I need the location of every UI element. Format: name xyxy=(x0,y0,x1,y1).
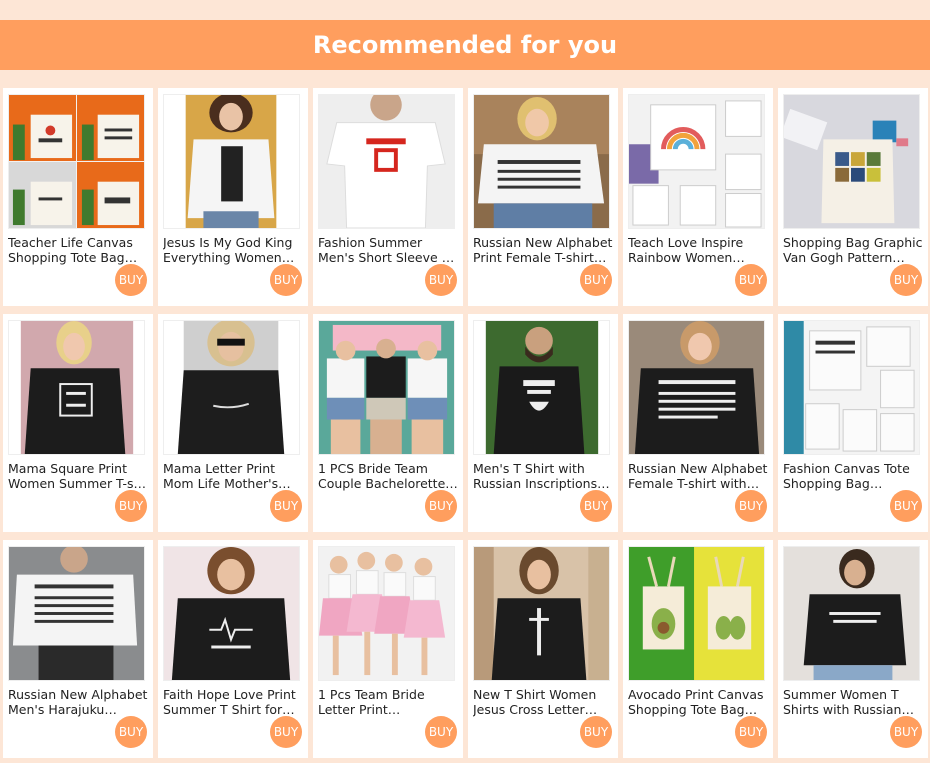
product-image[interactable] xyxy=(628,94,765,229)
product-title[interactable]: Russian New Alphabet Men's Harajuku… xyxy=(8,687,148,717)
product-title[interactable]: 1 PCS Bride Team Couple Bachelorette… xyxy=(318,461,458,491)
product-card[interactable]: Fashion Canvas Tote Shopping Bag Wome… B… xyxy=(778,314,928,532)
product-card[interactable]: 1 PCS Bride Team Couple Bachelorette… BU… xyxy=(313,314,463,532)
product-image[interactable] xyxy=(783,546,920,681)
product-card[interactable]: Mama Letter Print Mom Life Mother's Day … xyxy=(158,314,308,532)
product-card[interactable]: Teach Love Inspire Rainbow Women… BUY xyxy=(623,88,773,306)
product-image[interactable] xyxy=(783,94,920,229)
product-card[interactable]: Russian New Alphabet Men's Harajuku… BUY xyxy=(3,540,153,758)
buy-button[interactable]: BUY xyxy=(115,264,147,296)
product-title[interactable]: Teach Love Inspire Rainbow Women… xyxy=(628,235,768,265)
product-title[interactable]: 1 Pcs Team Bride Letter Print Wedding… xyxy=(318,687,458,717)
buy-button[interactable]: BUY xyxy=(890,264,922,296)
buy-button[interactable]: BUY xyxy=(890,716,922,748)
product-title[interactable]: Mama Square Print Women Summer T-s… xyxy=(8,461,148,491)
product-image[interactable] xyxy=(628,546,765,681)
product-card[interactable]: Mama Square Print Women Summer T-s… BUY xyxy=(3,314,153,532)
buy-button[interactable]: BUY xyxy=(270,490,302,522)
buy-button[interactable]: BUY xyxy=(425,716,457,748)
product-title[interactable]: Fashion Summer Men's Short Sleeve T Shir… xyxy=(318,235,458,265)
buy-button[interactable]: BUY xyxy=(425,490,457,522)
buy-button[interactable]: BUY xyxy=(580,716,612,748)
product-image[interactable] xyxy=(318,546,455,681)
buy-button[interactable]: BUY xyxy=(735,264,767,296)
product-title[interactable]: Summer Women T Shirts with Russian… xyxy=(783,687,923,717)
product-image[interactable] xyxy=(8,94,145,229)
product-card[interactable]: Faith Hope Love Print Summer T Shirt for… xyxy=(158,540,308,758)
buy-button[interactable]: BUY xyxy=(270,716,302,748)
product-card[interactable]: 1 Pcs Team Bride Letter Print Wedding… B… xyxy=(313,540,463,758)
product-card[interactable]: Teacher Life Canvas Shopping Tote Bag… B… xyxy=(3,88,153,306)
product-title[interactable]: Russian New Alphabet Female T-shirt with… xyxy=(628,461,768,491)
product-card[interactable]: Russian New Alphabet Print Female T-shir… xyxy=(468,88,618,306)
product-image[interactable] xyxy=(8,546,145,681)
product-card[interactable]: Shopping Bag Graphic Van Gogh Pattern… B… xyxy=(778,88,928,306)
product-card[interactable]: Jesus Is My God King Everything Women… B… xyxy=(158,88,308,306)
product-card[interactable]: Men's T Shirt with Russian Inscriptions…… xyxy=(468,314,618,532)
product-image[interactable] xyxy=(628,320,765,455)
buy-button[interactable]: BUY xyxy=(270,264,302,296)
product-card[interactable]: Summer Women T Shirts with Russian… BUY xyxy=(778,540,928,758)
product-title[interactable]: Jesus Is My God King Everything Women… xyxy=(163,235,303,265)
buy-button[interactable]: BUY xyxy=(735,490,767,522)
product-title[interactable]: Shopping Bag Graphic Van Gogh Pattern… xyxy=(783,235,923,265)
product-title[interactable]: Faith Hope Love Print Summer T Shirt for… xyxy=(163,687,303,717)
product-title[interactable]: Mama Letter Print Mom Life Mother's Day … xyxy=(163,461,303,491)
product-card[interactable]: New T Shirt Women Jesus Cross Letter… BU… xyxy=(468,540,618,758)
buy-button[interactable]: BUY xyxy=(115,716,147,748)
product-image[interactable] xyxy=(783,320,920,455)
product-card[interactable]: Avocado Print Canvas Shopping Tote Bag… … xyxy=(623,540,773,758)
recommended-header: Recommended for you xyxy=(0,20,930,70)
product-image[interactable] xyxy=(163,320,300,455)
buy-button[interactable]: BUY xyxy=(890,490,922,522)
buy-button[interactable]: BUY xyxy=(425,264,457,296)
buy-button[interactable]: BUY xyxy=(580,490,612,522)
product-title[interactable]: Fashion Canvas Tote Shopping Bag Wome… xyxy=(783,461,923,491)
product-image[interactable] xyxy=(473,94,610,229)
product-title[interactable]: Teacher Life Canvas Shopping Tote Bag… xyxy=(8,235,148,265)
product-grid: Teacher Life Canvas Shopping Tote Bag… B… xyxy=(3,88,928,758)
product-image[interactable] xyxy=(473,320,610,455)
product-card[interactable]: Fashion Summer Men's Short Sleeve T Shir… xyxy=(313,88,463,306)
product-title[interactable]: Men's T Shirt with Russian Inscriptions… xyxy=(473,461,613,491)
buy-button[interactable]: BUY xyxy=(735,716,767,748)
product-title[interactable]: Russian New Alphabet Print Female T-shir… xyxy=(473,235,613,265)
product-image[interactable] xyxy=(163,94,300,229)
product-title[interactable]: New T Shirt Women Jesus Cross Letter… xyxy=(473,687,613,717)
product-title[interactable]: Avocado Print Canvas Shopping Tote Bag… xyxy=(628,687,768,717)
product-image[interactable] xyxy=(163,546,300,681)
buy-button[interactable]: BUY xyxy=(580,264,612,296)
product-card[interactable]: Russian New Alphabet Female T-shirt with… xyxy=(623,314,773,532)
product-image[interactable] xyxy=(473,546,610,681)
header-title: Recommended for you xyxy=(312,31,618,59)
product-image[interactable] xyxy=(318,320,455,455)
product-image[interactable] xyxy=(318,94,455,229)
buy-button[interactable]: BUY xyxy=(115,490,147,522)
product-image[interactable] xyxy=(8,320,145,455)
